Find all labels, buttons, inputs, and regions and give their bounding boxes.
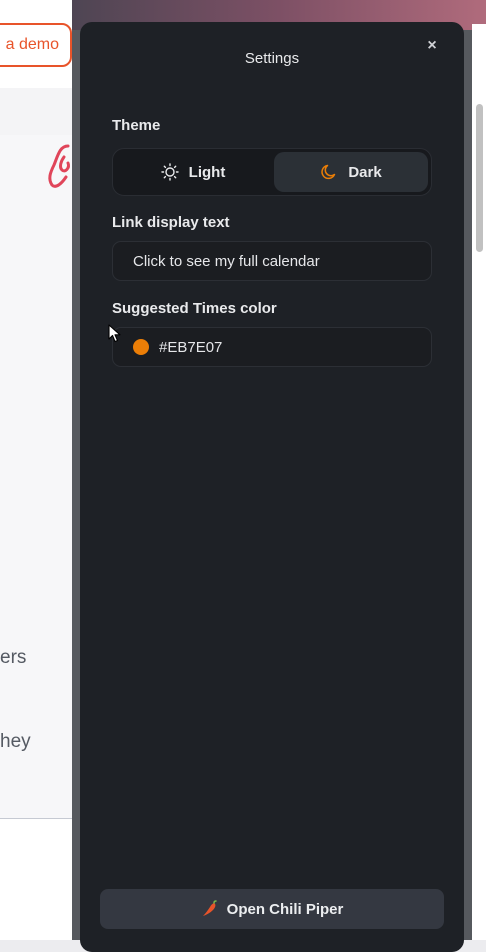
- book-demo-label: a demo: [5, 36, 59, 53]
- scrollbar-thumb[interactable]: [476, 104, 483, 252]
- sun-icon: [160, 163, 179, 181]
- link-display-text-input[interactable]: Click to see my full calendar: [112, 241, 432, 281]
- theme-option-dark-label: Dark: [348, 163, 382, 181]
- theme-label: Theme: [112, 117, 161, 134]
- suggested-times-color-label: Suggested Times color: [112, 300, 277, 317]
- background-text-line: hey: [0, 731, 31, 752]
- settings-panel: Settings × Theme Light Dark Link display…: [80, 22, 464, 952]
- open-chili-piper-label: Open Chili Piper: [226, 900, 344, 918]
- close-button[interactable]: ×: [424, 37, 440, 55]
- color-hex-value: #EB7E07: [159, 338, 223, 356]
- background-text-line: ers: [0, 647, 27, 668]
- airbnb-logo: [48, 144, 70, 188]
- mouse-cursor-icon: [108, 324, 121, 343]
- background-page: a demo ers hey ws.: [0, 0, 72, 940]
- theme-option-light[interactable]: Light: [116, 152, 270, 192]
- suggested-times-color-input[interactable]: #EB7E07: [112, 327, 432, 367]
- panel-title: Settings: [244, 50, 300, 67]
- open-chili-piper-button[interactable]: Open Chili Piper: [100, 889, 444, 929]
- background-header: a demo: [0, 0, 72, 88]
- theme-option-light-label: Light: [188, 163, 226, 181]
- theme-toggle: Light Dark: [112, 148, 432, 196]
- link-display-text-value: Click to see my full calendar: [133, 252, 320, 270]
- theme-option-dark[interactable]: Dark: [274, 152, 428, 192]
- close-icon: ×: [427, 37, 437, 54]
- chili-pepper-icon: [202, 900, 217, 916]
- book-demo-button[interactable]: a demo: [0, 23, 72, 67]
- link-display-text-label: Link display text: [112, 214, 230, 231]
- color-swatch[interactable]: [133, 339, 149, 355]
- moon-icon: [321, 164, 336, 180]
- background-footer: [0, 819, 72, 940]
